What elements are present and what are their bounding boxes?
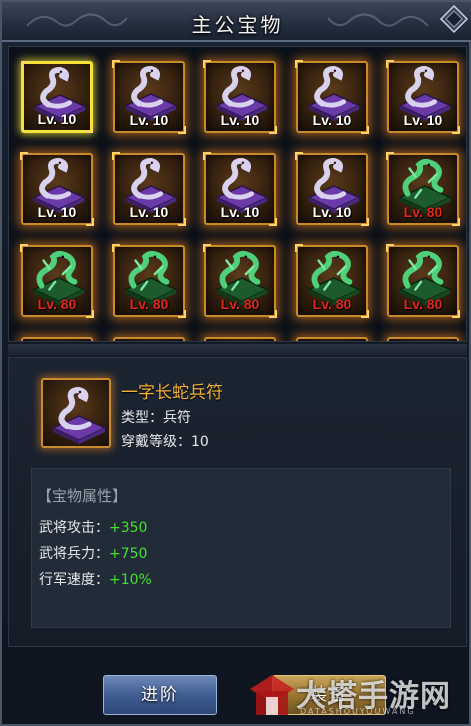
treasure-level: Lv. 10 (220, 112, 260, 128)
frame-corner (386, 152, 394, 160)
treasure-slot[interactable]: Lv. 10 (295, 152, 369, 226)
treasure-level: Lv. 80 (403, 296, 443, 312)
treasure-level: Lv. 80 (37, 296, 77, 312)
treasure-window: 主公宝物 Lv. 10 Lv. 10 Lv. 10 Lv. 10 Lv. 10 … (0, 0, 471, 726)
treasure-level: Lv. 10 (37, 111, 77, 127)
close-button[interactable] (439, 4, 469, 34)
treasure-slot[interactable]: Lv. 10 (203, 152, 277, 226)
treasure-level: Lv. 10 (312, 112, 352, 128)
divider (8, 344, 467, 356)
frame-corner (386, 60, 394, 68)
frame-corner (203, 60, 211, 68)
snake-talisman-icon (51, 386, 107, 444)
treasure-slot-partial[interactable] (387, 337, 459, 341)
treasure-level: Lv. 80 (129, 296, 169, 312)
attribute-key: 行军速度： (39, 572, 109, 588)
equip-button[interactable]: 装备 (272, 675, 386, 715)
treasure-level: Lv. 10 (129, 204, 169, 220)
frame-corner (112, 152, 120, 160)
frame-corner (21, 61, 29, 69)
frame-corner (20, 244, 28, 252)
frame-corner (295, 152, 303, 160)
treasure-slot-partial[interactable] (204, 337, 276, 341)
attributes-title: 【宝物属性】 (37, 487, 128, 505)
treasure-slot[interactable]: Lv. 10 (21, 61, 93, 133)
treasure-slot[interactable]: Lv. 10 (203, 60, 277, 134)
treasure-slot-partial[interactable] (113, 337, 185, 341)
treasure-slot[interactable]: Lv. 10 (20, 152, 94, 226)
treasure-grid: Lv. 10 Lv. 10 Lv. 10 Lv. 10 Lv. 10 Lv. 1… (8, 46, 467, 342)
treasure-slot[interactable]: Lv. 80 (386, 152, 460, 226)
attribute-value: +350 (109, 520, 148, 536)
treasure-slot[interactable]: Lv. 80 (20, 244, 94, 318)
treasure-slot[interactable]: Lv. 10 (295, 60, 369, 134)
advance-button[interactable]: 进阶 (103, 675, 217, 715)
treasure-slot[interactable]: Lv. 80 (295, 244, 369, 318)
frame-corner (295, 60, 303, 68)
treasure-level: Lv. 10 (220, 204, 260, 220)
treasure-slot[interactable]: Lv. 10 (386, 60, 460, 134)
attribute-key: 武将兵力： (39, 546, 109, 562)
treasure-name: 一字长蛇兵符 (121, 383, 223, 403)
attribute-value: +10% (109, 572, 152, 588)
treasure-slot[interactable]: Lv. 80 (386, 244, 460, 318)
frame-corner (112, 60, 120, 68)
treasure-slot[interactable]: Lv. 80 (203, 244, 277, 318)
treasure-required-level: 穿戴等级：10 (121, 434, 209, 450)
treasure-level: Lv. 10 (129, 112, 169, 128)
treasure-type: 类型：兵符 (121, 410, 191, 426)
frame-corner (203, 152, 211, 160)
frame-corner (386, 244, 394, 252)
treasure-detail-panel: 一字长蛇兵符 类型：兵符 穿戴等级：10 【宝物属性】 武将攻击：+350 武将… (8, 357, 467, 647)
treasure-level: Lv. 10 (403, 112, 443, 128)
window-title: 主公宝物 (191, 13, 284, 37)
title-bar: 主公宝物 (2, 2, 471, 42)
attribute-key: 武将攻击： (39, 520, 109, 536)
treasure-level: Lv. 10 (312, 204, 352, 220)
treasure-slot[interactable]: Lv. 10 (112, 152, 186, 226)
treasure-slot-partial[interactable] (21, 337, 93, 341)
treasure-level: Lv. 80 (220, 296, 260, 312)
treasure-level: Lv. 10 (37, 204, 77, 220)
attribute-value: +750 (109, 546, 148, 562)
treasure-slot-partial[interactable] (296, 337, 368, 341)
treasure-level: Lv. 80 (312, 296, 352, 312)
close-icon[interactable] (439, 4, 469, 34)
selected-treasure-icon (41, 378, 111, 448)
attribute-row-speed: 行军速度：+10% (39, 569, 152, 589)
frame-corner (203, 244, 211, 252)
frame-corner (20, 152, 28, 160)
frame-corner (112, 244, 120, 252)
treasure-slot[interactable]: Lv. 10 (112, 60, 186, 134)
treasure-slot[interactable]: Lv. 80 (112, 244, 186, 318)
attributes-box: 【宝物属性】 武将攻击：+350 武将兵力：+750 行军速度：+10% (31, 468, 451, 628)
treasure-level: Lv. 80 (403, 204, 443, 220)
attribute-row-attack: 武将攻击：+350 (39, 517, 147, 537)
frame-corner (295, 244, 303, 252)
attribute-row-troops: 武将兵力：+750 (39, 543, 147, 563)
